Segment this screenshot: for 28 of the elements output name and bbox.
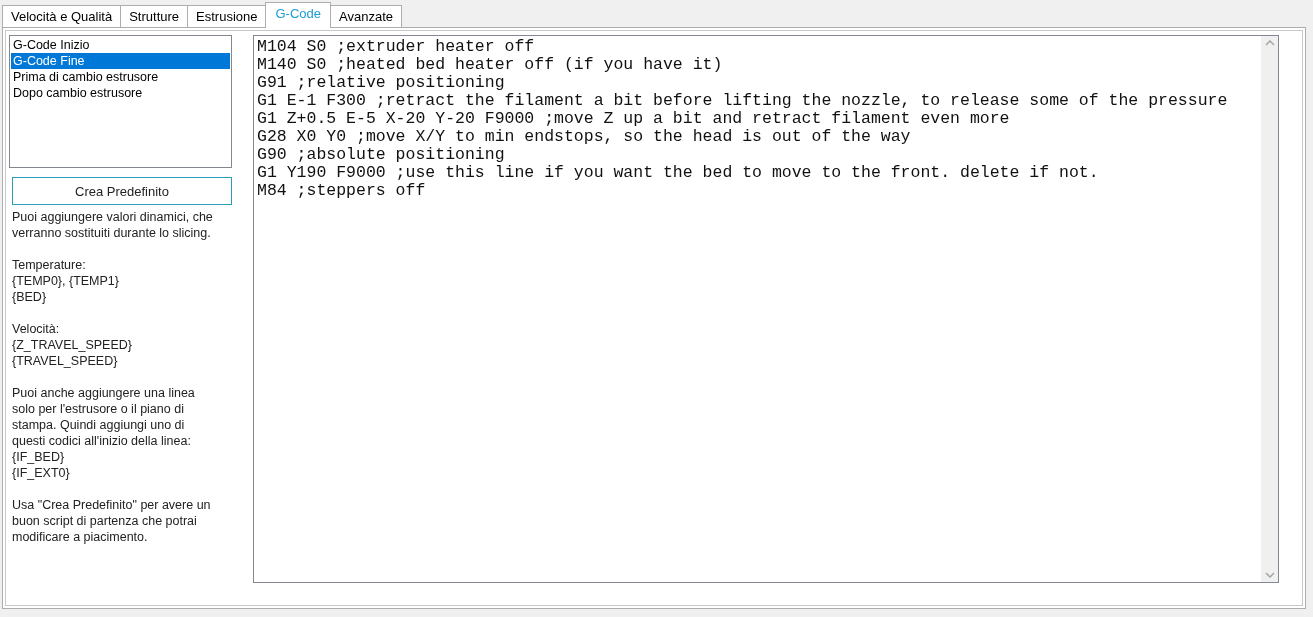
tab[interactable]: Velocità e Qualità [2,5,122,28]
list-item[interactable]: Dopo cambio estrusore [11,85,230,101]
chevron-up-icon[interactable] [1264,40,1275,46]
list-item[interactable]: Prima di cambio estrusore [11,69,230,85]
help-text: Puoi aggiungere valori dinamici, che verranno sostituiti durante lo slicing. [12,209,214,241]
code-line: M140 S0 ;heated bed heater off (if you have it) [257,56,724,74]
help-text: Usa "Crea Predefinito" per avere un buon script di partenza che potrai modificare a piacimento. [12,497,212,545]
scrollbar[interactable] [1261,36,1278,582]
list-item[interactable]: G-Code Inizio [11,37,230,53]
tab[interactable]: Estrusione [187,5,267,28]
help-text: Temperature: {TEMP0}, {TEMP1} {BED} [12,257,120,305]
help-text: Velocità: {Z_TRAVEL_SPEED} {TRAVEL_SPEED} [12,321,133,369]
code-line: G28 X0 Y0 ;move X/Y to min endstops, so the head is out of the way [257,128,912,146]
code-line: G1 Y190 F9000 ;use this line if you want the bed to move to the front. delete if not. [257,164,1100,182]
code-line: G91 ;relative positioning [257,74,506,92]
code-editor[interactable] [253,35,1279,583]
tab[interactable]: Strutture [120,5,189,28]
code-line: G1 E-1 F300 ;retract the filament a bit before lifting the nozzle, to release some of the pressure [257,92,1229,110]
code-line: G1 Z+0.5 E-5 X-20 Y-20 F9000 ;move Z up a bit and retract filament even more [257,110,1011,128]
tab[interactable]: Avanzate [330,5,402,28]
code-line: M104 S0 ;extruder heater off [257,38,536,56]
chevron-down-icon[interactable] [1264,572,1275,578]
code-line: M84 ;steppers off [257,182,427,200]
code-line: G90 ;absolute positioning [257,146,506,164]
script-list[interactable]: G-Code Inizio G-Code Fine Prima di cambio estrusore Dopo cambio estrusore [9,35,232,168]
list-item[interactable]: G-Code Fine [11,53,230,69]
default-button[interactable]: Crea Predefinito [12,177,232,205]
help-text: Puoi anche aggiungere una linea solo per l'estrusore o il piano di stampa. Quindi aggiungi uno di questi codici all'inizio della linea: {IF_BED} {IF_EXT0} [12,385,196,481]
